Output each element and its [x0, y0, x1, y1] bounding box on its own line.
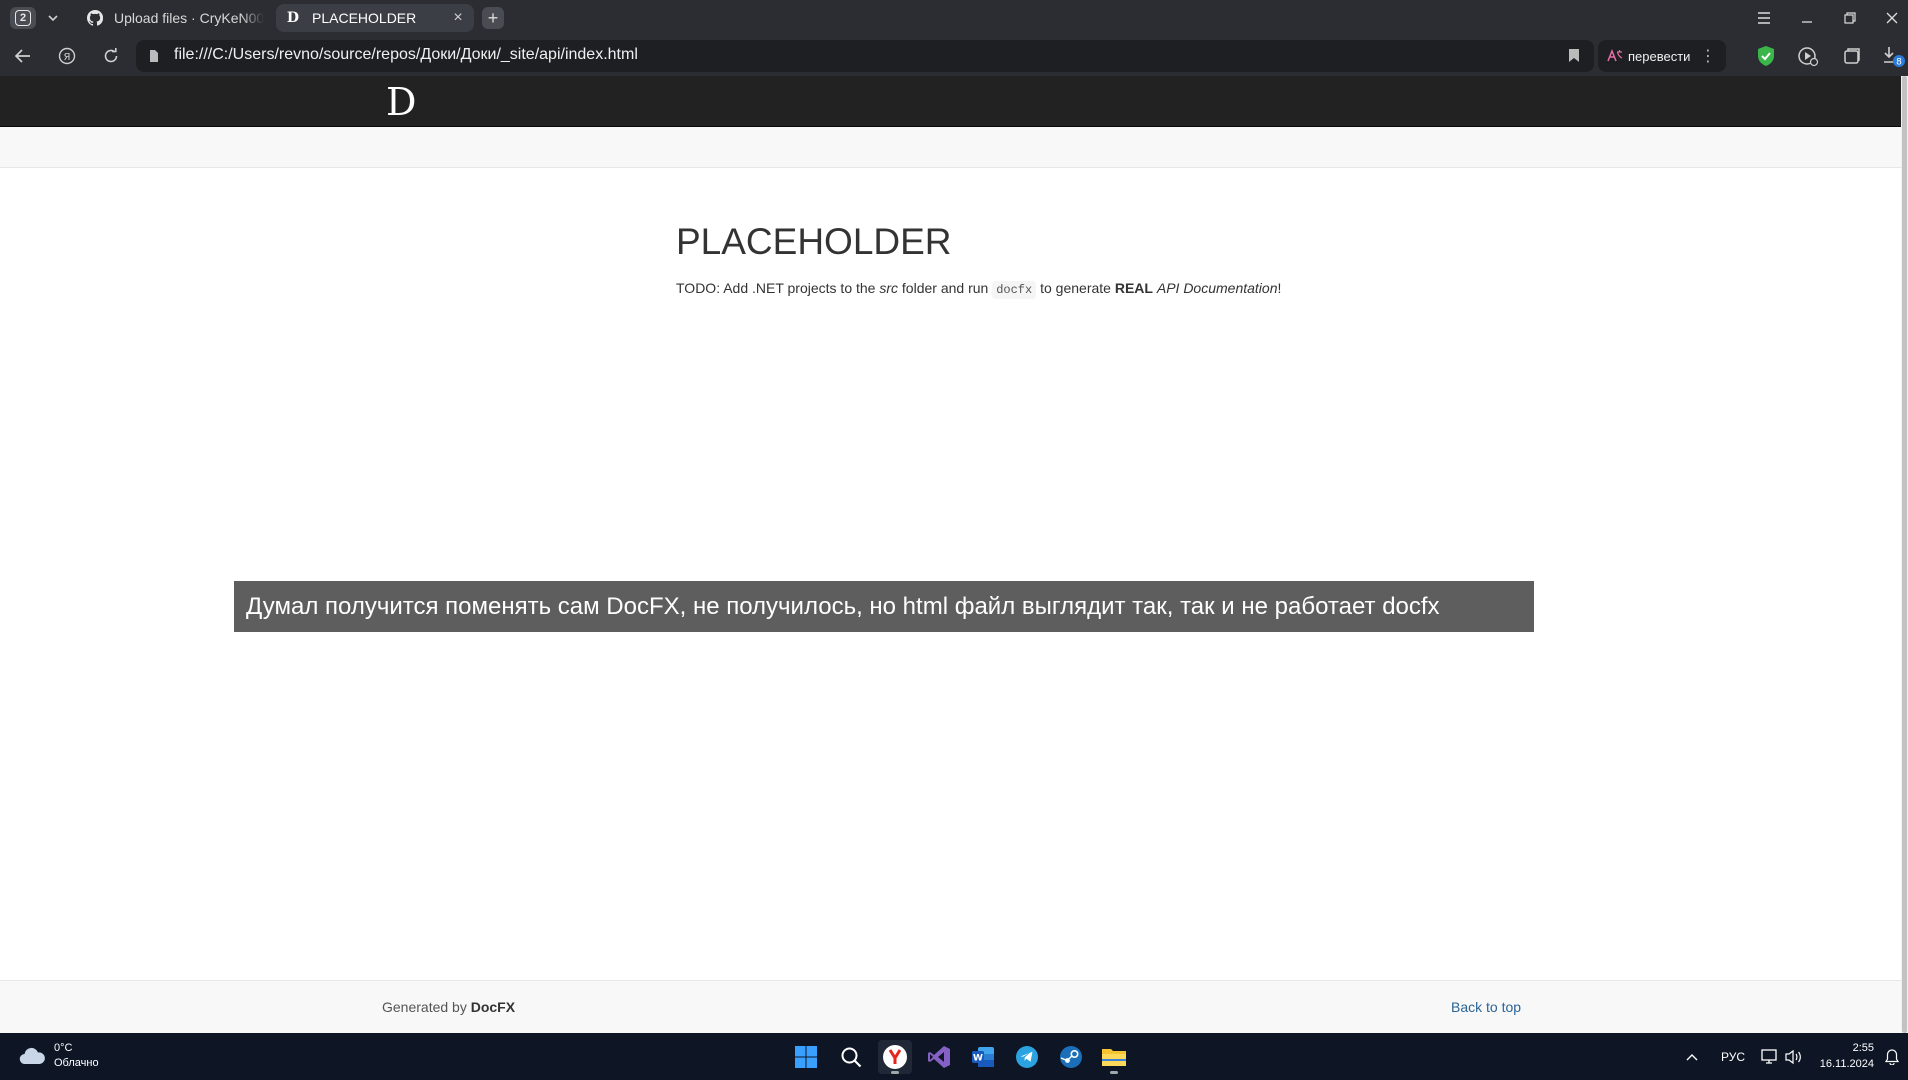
translate-icon [1606, 47, 1624, 65]
media-play-icon[interactable] [1796, 44, 1820, 68]
yandex-browser-icon[interactable] [878, 1040, 912, 1074]
site-logo[interactable]: D [386, 82, 417, 122]
steam-icon[interactable] [1054, 1040, 1088, 1074]
network-icon[interactable] [1760, 1047, 1780, 1067]
article-content: PLACEHOLDER TODO: Add .NET projects to t… [676, 216, 1476, 300]
docfx-brand: DocFX [470, 999, 516, 1015]
api-documentation-text: API Documentation [1156, 280, 1278, 296]
scrollbar-thumb[interactable] [1902, 76, 1907, 1033]
minimize-icon[interactable] [1795, 6, 1819, 30]
running-indicator [891, 1071, 899, 1074]
docfx-d-icon: D [286, 10, 300, 26]
svg-text:W: W [973, 1054, 983, 1064]
search-icon[interactable] [834, 1040, 868, 1074]
yandex-home-icon[interactable]: Я [54, 44, 80, 68]
more-vertical-icon[interactable]: ⋮ [1700, 46, 1716, 66]
clock-time: 2:55 [1852, 1042, 1874, 1054]
url-text[interactable]: file:///C:/Users/revno/source/repos/Доки… [174, 46, 638, 64]
tab-title: PLACEHOLDER [312, 10, 417, 26]
cloud-icon [19, 1047, 45, 1065]
volume-icon[interactable] [1784, 1047, 1804, 1067]
collections-icon[interactable] [1840, 44, 1864, 68]
generated-by-text: Generated by DocFX [382, 999, 516, 1015]
subnav-bar [0, 127, 1908, 168]
running-indicator [1110, 1071, 1118, 1074]
restore-icon[interactable] [1838, 6, 1862, 30]
weather-widget[interactable]: 0°C Облачно [18, 1041, 99, 1071]
translate-button[interactable]: перевести ⋮ [1598, 40, 1726, 72]
tab-count: 2 [15, 10, 31, 26]
windows-start-icon[interactable] [789, 1040, 823, 1074]
menu-icon[interactable] [1752, 6, 1776, 30]
clock[interactable]: 2:55 16.11.2024 [1816, 1040, 1874, 1072]
src-folder-text: src [879, 280, 899, 296]
tab-counter-button[interactable]: 2 [10, 7, 36, 29]
translate-label: перевести [1628, 48, 1691, 64]
todo-paragraph: TODO: Add .NET projects to the src folde… [676, 280, 1282, 299]
windows-taskbar: 0°C Облачно W РУС 2:55 16.11.2024 [0, 1033, 1908, 1080]
file-explorer-icon[interactable] [1097, 1040, 1131, 1074]
back-to-top-link[interactable]: Back to top [1451, 999, 1521, 1015]
shield-icon[interactable] [1754, 44, 1778, 68]
reload-icon[interactable] [98, 44, 124, 68]
back-arrow-icon[interactable] [10, 44, 36, 68]
notification-bell-icon[interactable] [1882, 1047, 1902, 1067]
docfx-command: docfx [992, 281, 1037, 299]
tab-upload-files[interactable]: Upload files · CryKeN00/Bi [78, 4, 270, 32]
chevron-up-icon[interactable] [1682, 1047, 1702, 1067]
tab-placeholder[interactable]: D PLACEHOLDER × [276, 4, 474, 32]
svg-text:Я: Я [64, 52, 71, 63]
address-bar[interactable]: file:///C:/Users/revno/source/repos/Доки… [136, 40, 1594, 72]
chevron-down-icon[interactable] [44, 9, 62, 27]
visual-studio-icon[interactable] [922, 1040, 956, 1074]
downloads-badge: 8 [1896, 58, 1902, 68]
weather-temp: 0°C [54, 1042, 73, 1054]
browser-tabbar: 2 Upload files · CryKeN00/Bi D PLACEHOLD… [0, 0, 1908, 36]
tab-title: Upload files · CryKeN00/Bi [114, 10, 264, 26]
browser-navbar: Я file:///C:/Users/revno/source/repos/До… [0, 36, 1908, 76]
word-icon[interactable]: W [966, 1040, 1000, 1074]
site-footer: Generated by DocFX Back to top [0, 980, 1908, 1033]
page-title: PLACEHOLDER [676, 221, 952, 262]
telegram-icon[interactable] [1010, 1040, 1044, 1074]
real-text: REAL [1114, 280, 1153, 296]
github-icon [86, 9, 104, 27]
site-header: D [0, 76, 1908, 127]
bookmark-icon[interactable] [1568, 48, 1582, 64]
new-tab-button[interactable]: + [482, 7, 504, 29]
weather-desc: Облачно [54, 1057, 99, 1069]
close-window-icon[interactable] [1880, 6, 1904, 30]
downloads-icon[interactable]: 8 [1880, 44, 1908, 68]
language-indicator[interactable]: РУС [1716, 1047, 1750, 1067]
close-icon[interactable]: × [450, 9, 466, 26]
clock-date: 16.11.2024 [1819, 1058, 1874, 1070]
file-icon[interactable] [148, 49, 162, 63]
page-scrollbar[interactable] [1901, 76, 1908, 1033]
caption-overlay: Думал получится поменять сам DocFX, не п… [234, 581, 1534, 632]
